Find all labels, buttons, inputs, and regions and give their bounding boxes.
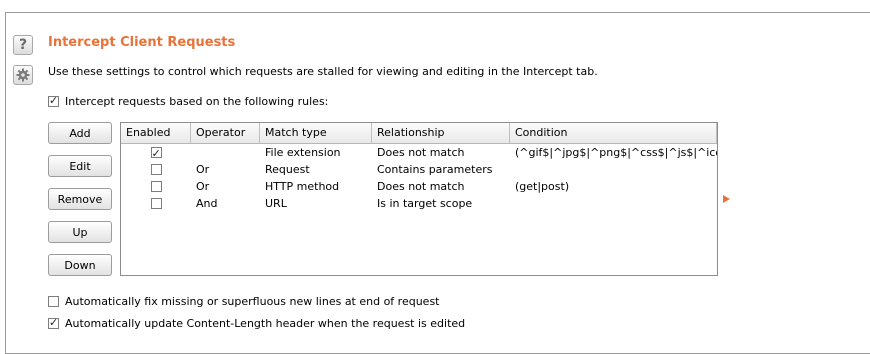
update-content-length-option[interactable]: Automatically update Content-Length head… [48,316,466,330]
add-button[interactable]: Add [48,122,112,144]
settings-button[interactable] [13,65,33,85]
row-operator [191,144,260,161]
intercept-rules-label: Intercept requests based on the followin… [65,95,329,108]
row-operator: And [196,197,218,210]
help-icon: ? [18,37,28,53]
row-relationship: Does not match [377,146,465,159]
table-row[interactable]: Or Request Contains parameters [121,161,717,178]
up-button[interactable]: Up [48,221,112,243]
row-relationship: Does not match [377,180,465,193]
row-relationship: Contains parameters [377,163,493,176]
update-content-length-label: Automatically update Content-Length head… [65,317,466,330]
column-header-operator[interactable]: Operator [191,123,260,143]
triangle-right-icon[interactable] [723,195,730,203]
table-row[interactable]: File extension Does not match (^gif$|^jp… [121,144,717,161]
row-enabled-checkbox[interactable] [150,145,162,161]
column-header-relationship[interactable]: Relationship [372,123,510,143]
row-enabled-checkbox[interactable] [150,181,162,192]
edit-button[interactable]: Edit [48,155,112,177]
column-header-condition[interactable]: Condition [510,123,717,143]
row-enabled-checkbox[interactable] [150,198,162,209]
row-relationship: Is in target scope [377,197,473,210]
gear-icon [16,68,30,82]
fix-newlines-option[interactable]: Automatically fix missing or superfluous… [48,295,440,308]
column-header-match-type[interactable]: Match type [260,123,372,143]
row-condition: (get|post) [515,180,570,193]
row-match-type: HTTP method [265,180,340,193]
row-condition [510,195,717,212]
row-match-type: Request [265,163,310,176]
row-condition: (^gif$|^jpg$|^png$|^css$|^js$|^ico$) [515,146,717,159]
update-content-length-checkbox[interactable] [48,316,59,329]
row-operator: Or [196,180,210,193]
row-operator: Or [196,163,210,176]
table-row[interactable]: And URL Is in target scope [121,195,717,212]
intercept-rules-option[interactable]: Intercept requests based on the followin… [48,94,329,108]
table-row[interactable]: Or HTTP method Does not match (get|post) [121,178,717,195]
intercept-rules-checkbox[interactable] [48,94,59,107]
row-match-type: File extension [265,146,341,159]
row-condition [510,161,717,178]
column-header-enabled[interactable]: Enabled [121,123,191,143]
fix-newlines-label: Automatically fix missing or superfluous… [65,295,440,308]
rules-table: Enabled Operator Match type Relationship… [120,122,718,276]
help-button[interactable]: ? [13,35,33,55]
row-enabled-checkbox[interactable] [150,164,162,175]
remove-button[interactable]: Remove [48,188,112,210]
table-header: Enabled Operator Match type Relationship… [121,123,717,144]
section-description: Use these settings to control which requ… [48,65,598,78]
section-title: Intercept Client Requests [48,35,236,50]
row-match-type: URL [265,197,287,210]
down-button[interactable]: Down [48,254,112,276]
fix-newlines-checkbox[interactable] [48,296,59,307]
